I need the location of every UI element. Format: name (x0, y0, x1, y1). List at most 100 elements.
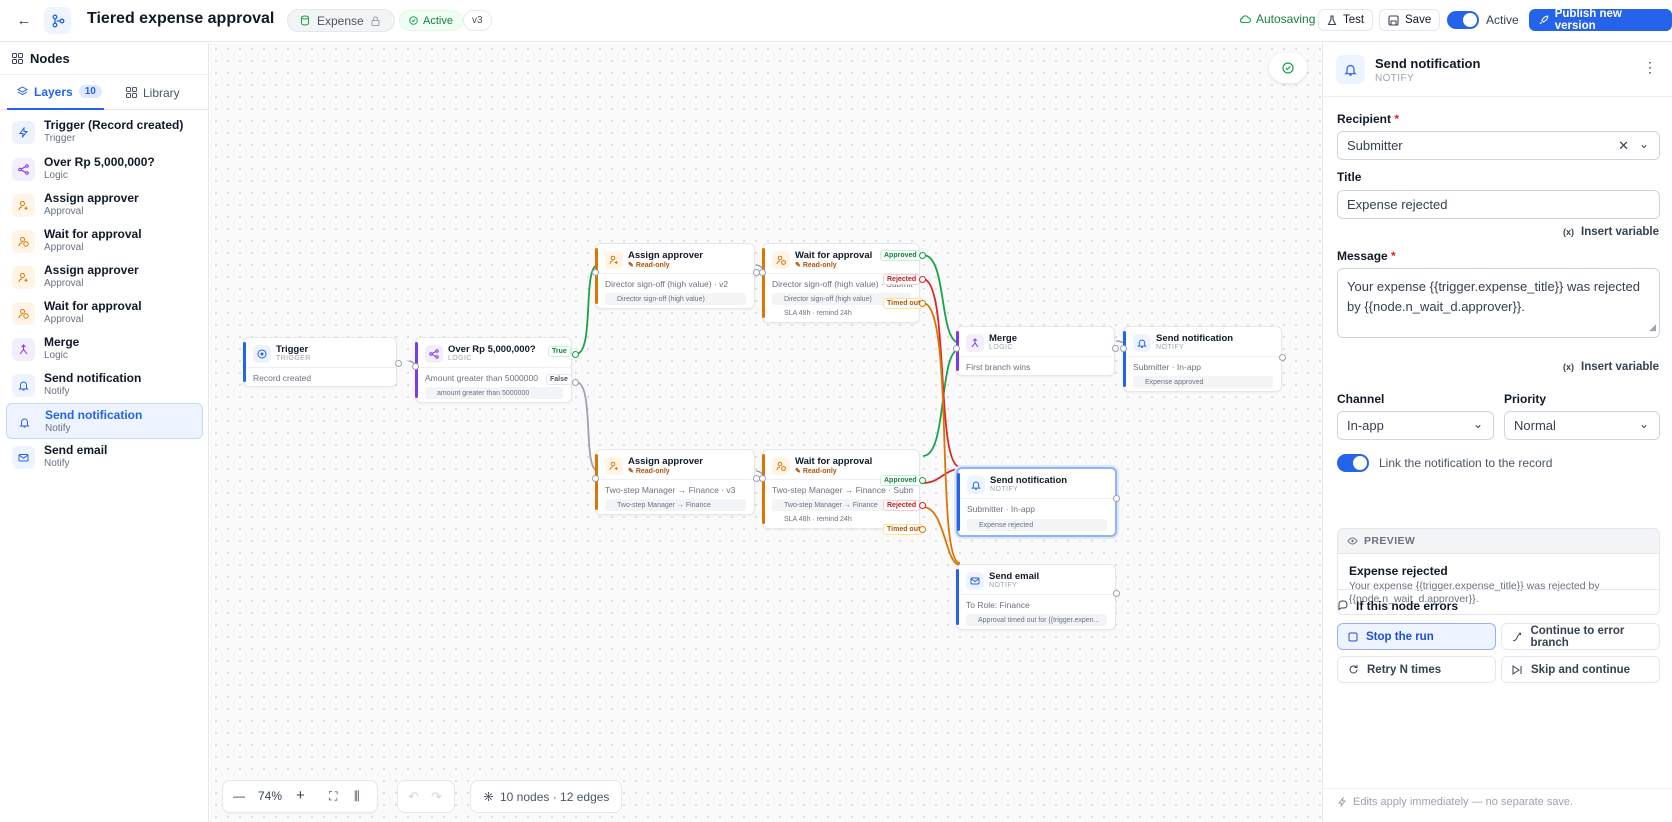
layer-type: Notify (44, 458, 70, 469)
merge-icon (12, 338, 35, 361)
node-accent-bar (243, 342, 246, 382)
link-record-toggle[interactable] (1337, 454, 1369, 472)
layer-item[interactable]: Send email Notify (6, 439, 203, 475)
node-kind: LOGIC (989, 344, 1013, 351)
output-port[interactable] (1112, 345, 1119, 352)
output-port[interactable] (1279, 354, 1286, 361)
insert-variable-button[interactable]: (x) Insert variable (1563, 361, 1659, 373)
node-title: Trigger (276, 344, 309, 355)
input-port[interactable] (953, 345, 960, 352)
validation-status-button[interactable] (1269, 53, 1307, 83)
true-port[interactable] (572, 351, 579, 358)
toggle-knob (1353, 456, 1367, 470)
active-toggle[interactable] (1447, 11, 1479, 29)
edge-timeout-1 (922, 302, 961, 564)
stop-run-option[interactable]: Stop the run (1337, 623, 1496, 650)
output-port[interactable] (1113, 590, 1120, 597)
layer-item[interactable]: Over Rp 5,000,000? Logic (6, 151, 203, 187)
approved-port[interactable] (919, 252, 926, 259)
auto-layout-icon[interactable]: ⫼ (354, 789, 360, 804)
node-assign-approver[interactable]: Assign approver ✎ Read-only Director sig… (592, 243, 760, 309)
node-accent-bar (595, 454, 598, 510)
branch-label-rejected: Rejected (883, 500, 921, 511)
layer-item-selected[interactable]: Send notification Notify (6, 403, 203, 439)
node-summary: Submitter · In-app (1133, 362, 1202, 372)
workflow-canvas[interactable]: Trigger TRIGGER Record created Over Rp 5… (210, 43, 1321, 822)
false-port[interactable] (572, 379, 579, 386)
tab-layers[interactable]: Layers 10 (7, 75, 104, 110)
test-button[interactable]: Test (1318, 9, 1374, 31)
user-plus-icon (605, 251, 623, 269)
channel-label: Channel (1337, 392, 1385, 406)
node-send-email[interactable]: Send email NOTIFY To Role: Finance Appro… (956, 564, 1120, 630)
node-summary: Director sign-off (high value) · v2 (605, 279, 729, 289)
rejected-port[interactable] (919, 502, 926, 509)
autosave-text: Autosaving (1256, 12, 1316, 26)
input-port[interactable] (592, 475, 599, 482)
read-only-text: Read-only (635, 262, 670, 269)
input-port[interactable] (759, 269, 766, 276)
node-trigger[interactable]: Trigger TRIGGER Record created (243, 337, 402, 387)
timed-out-port[interactable] (919, 300, 926, 307)
zoom-in-icon[interactable]: + (296, 787, 305, 804)
zoom-out-icon[interactable]: — (233, 789, 245, 803)
chevron-down-icon[interactable]: ⌄ (1639, 137, 1649, 151)
chip-text: Director sign-off (high value) (784, 295, 872, 303)
clear-icon[interactable]: ✕ (1618, 138, 1629, 154)
layer-item[interactable]: Wait for approval Approval (6, 295, 203, 331)
input-port[interactable] (412, 363, 419, 370)
node-summary: Two-step Manager → Finance · Submitt (772, 485, 913, 495)
input-port[interactable] (592, 269, 599, 276)
skip-continue-option[interactable]: Skip and continue (1501, 656, 1660, 683)
node-summary: First branch wins (966, 362, 1031, 372)
tab-library[interactable]: Library (126, 75, 180, 110)
priority-select[interactable]: Normal ⌄ (1504, 411, 1660, 440)
retry-option[interactable]: Retry N times (1337, 656, 1496, 683)
message-textarea[interactable]: Your expense {{trigger.expense_title}} w… (1337, 268, 1660, 338)
timed-out-port[interactable] (919, 526, 926, 533)
output-port[interactable] (1113, 495, 1120, 502)
message-label-text: Message (1337, 249, 1388, 263)
skip-continue-label: Skip and continue (1531, 663, 1631, 676)
workflow-title[interactable]: Tiered expense approval (87, 10, 274, 28)
layer-name: Send notification (45, 408, 143, 422)
channel-select[interactable]: In-app ⌄ (1337, 411, 1494, 440)
input-port[interactable] (759, 475, 766, 482)
continue-error-branch-option[interactable]: Continue to error branch (1501, 623, 1660, 650)
branch-arrow-icon (1512, 632, 1522, 641)
undo-icon[interactable]: ↶ (408, 789, 419, 805)
back-arrow-icon[interactable]: ← (14, 10, 34, 30)
insert-variable-button[interactable]: (x) Insert variable (1563, 226, 1659, 238)
publish-button[interactable]: Publish new version (1529, 8, 1672, 32)
approved-port[interactable] (919, 477, 926, 484)
layer-item[interactable]: Send notification Notify (6, 367, 203, 403)
layer-item[interactable]: Assign approver Approval (6, 187, 203, 223)
layer-item[interactable]: Merge Logic (6, 331, 203, 367)
more-vertical-icon[interactable]: ⋮ (1643, 59, 1657, 76)
layer-item[interactable]: Wait for approval Approval (6, 223, 203, 259)
node-wait-approval[interactable]: Wait for approval ✎ Read-only Two-step M… (759, 449, 920, 529)
collection-name: Expense (317, 13, 364, 28)
resize-handle-icon[interactable]: ◢ (1649, 317, 1656, 337)
redo-icon[interactable]: ↷ (431, 789, 442, 805)
recipient-select[interactable]: Submitter ✕ ⌄ (1337, 131, 1660, 160)
title-input[interactable]: Expense rejected (1337, 190, 1660, 219)
save-button[interactable]: Save (1379, 9, 1441, 31)
node-chip: Approval timed out for {{trigger.expen..… (966, 614, 1107, 626)
output-port[interactable] (395, 360, 402, 367)
active-toggle-label: Active (1486, 13, 1519, 27)
stop-run-label: Stop the run (1366, 630, 1434, 643)
mail-icon (966, 572, 984, 590)
node-send-notification-selected[interactable]: Send notification NOTIFY Submitter · In-… (956, 467, 1120, 537)
rejected-port[interactable] (919, 276, 926, 283)
zoom-level: 74% (258, 789, 283, 803)
input-port[interactable] (1120, 345, 1127, 352)
node-assign-approver[interactable]: Assign approver ✎ Read-only Two-step Man… (592, 449, 760, 515)
layer-item[interactable]: Trigger (Record created) Trigger (6, 114, 203, 150)
stop-square-icon (1348, 632, 1358, 641)
zoom-controls: — 74% + ⛶ ⫼ (222, 780, 378, 813)
fit-view-icon[interactable]: ⛶ (329, 789, 337, 804)
node-send-notification[interactable]: Send notification NOTIFY Submitter · In-… (1120, 326, 1282, 392)
node-merge[interactable]: Merge LOGIC First branch wins (953, 326, 1119, 376)
layer-item[interactable]: Assign approver Approval (6, 259, 203, 295)
